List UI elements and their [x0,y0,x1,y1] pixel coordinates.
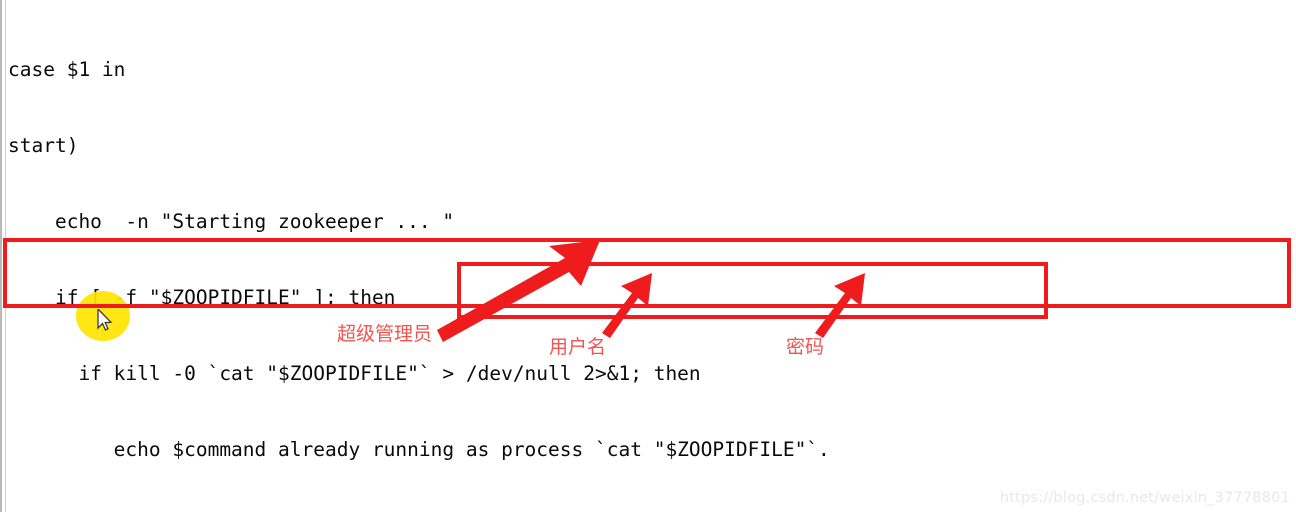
terminal-text-area[interactable]: case $1 in start) echo -n "Starting zook… [8,6,1296,512]
code-line: case $1 in [8,57,126,81]
code-line: if [ -f "$ZOOPIDFILE" ]; then [8,285,396,309]
super-admin-label: 超级管理员 [337,323,433,345]
password-label: 密码 [786,336,825,358]
username-label: 用户名 [549,336,607,358]
mouse-cursor-icon [97,309,113,331]
csdn-watermark: https://blog.csdn.net/weixin_37778801 [999,490,1290,506]
terminal-window: case $1 in start) echo -n "Starting zook… [0,0,1296,512]
code-line: if kill -0 `cat "$ZOOPIDFILE"` > /dev/nu… [8,361,701,385]
code-line: echo -n "Starting zookeeper ... " [8,209,455,233]
left-gutter-rule [0,0,6,512]
code-line: echo $command already running as process… [8,437,830,461]
code-line: start) [8,133,79,157]
